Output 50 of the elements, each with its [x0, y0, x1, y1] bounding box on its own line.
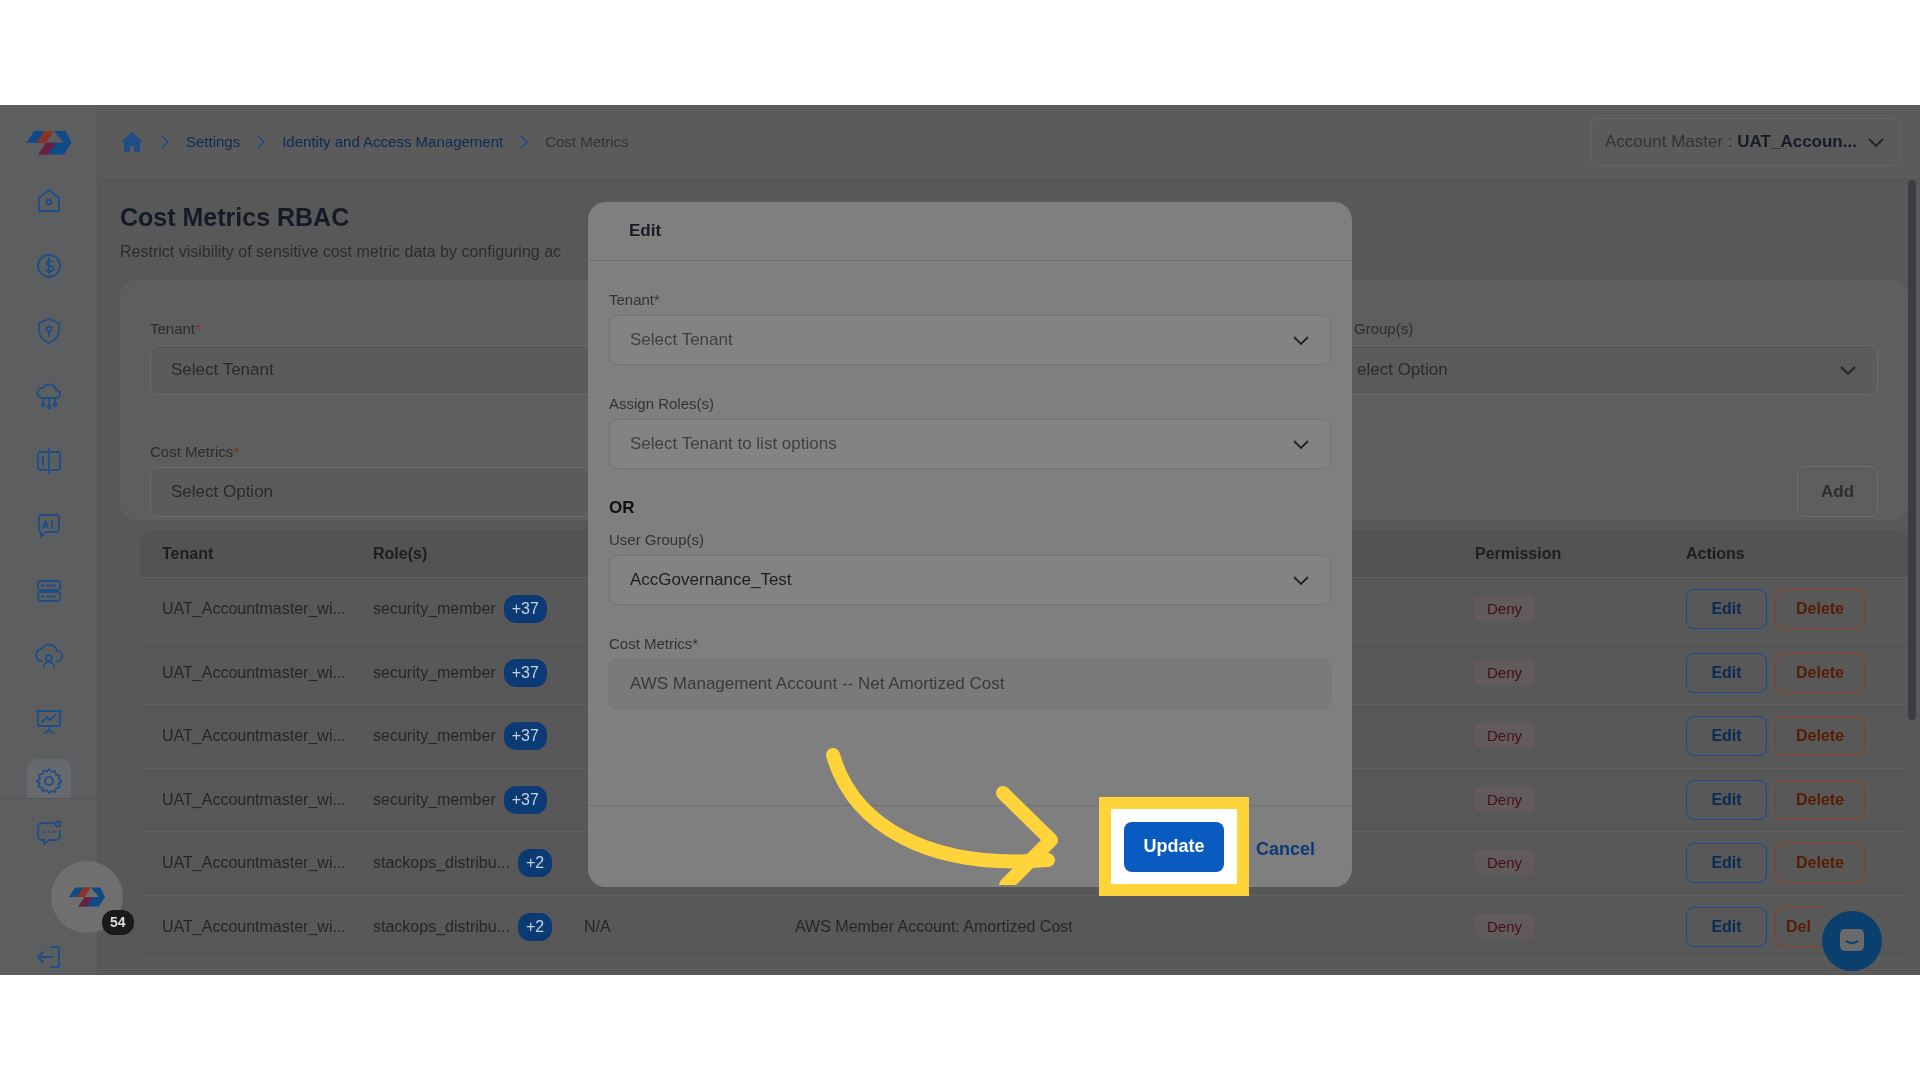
delete-button[interactable]: Delete [1775, 716, 1865, 757]
gear-icon[interactable] [26, 758, 71, 798]
edit-button[interactable]: Edit [1686, 906, 1767, 947]
caret-icon [1292, 573, 1310, 586]
field-label: Tenant* [609, 290, 660, 309]
permission-badge: Deny [1475, 596, 1535, 622]
caret-icon [1292, 334, 1310, 346]
modal-title: Edit [629, 220, 662, 243]
select-field[interactable]: Select Tenant [609, 315, 1331, 365]
cancel-link[interactable]: Cancel [1256, 836, 1316, 863]
count-badge: +37 [503, 722, 547, 751]
update-button[interactable]: Update [1124, 821, 1224, 872]
chevron-icon [160, 135, 170, 149]
input-field: AWS Management Account -- Net Amortized Cost [609, 658, 1331, 709]
breadcrumb-link[interactable]: Settings [186, 130, 241, 154]
edit-button[interactable]: Edit [1686, 652, 1767, 693]
caret-icon [1867, 136, 1885, 148]
delete-button[interactable]: Delete [1775, 779, 1865, 820]
home-icon[interactable] [120, 131, 144, 153]
chevron-icon [519, 135, 530, 149]
breadcrumb-link[interactable]: Identity and Access Management [282, 130, 504, 154]
count-badge: +2 [517, 849, 553, 878]
edit-button[interactable]: Edit [1686, 716, 1767, 757]
caret-icon [1292, 438, 1310, 450]
delete-button[interactable]: Delete [1775, 652, 1865, 693]
field-label: Assign Roles(s) [609, 394, 715, 413]
field-label: Cost Metrics* [609, 633, 699, 653]
delete-button[interactable]: Delete [1775, 843, 1865, 884]
chevron-icon [256, 135, 267, 149]
count-badge: +37 [503, 785, 547, 814]
permission-badge: Deny [1475, 913, 1535, 939]
count-badge: +37 [503, 658, 547, 687]
chat-bubble-icon[interactable] [1822, 911, 1882, 971]
page-title: Cost Metrics RBAC [120, 202, 350, 232]
separator-text: OR [609, 497, 636, 519]
permission-badge: Deny [1475, 723, 1535, 749]
edit-button[interactable]: Edit [1686, 843, 1767, 884]
count-badge: +2 [517, 912, 553, 941]
field-label: User Group(s) [609, 529, 705, 549]
edit-button[interactable]: Edit [1686, 779, 1767, 820]
permission-badge: Deny [1475, 659, 1535, 685]
delete-button[interactable]: Delete [1775, 589, 1865, 630]
caret-icon [1839, 363, 1857, 376]
permission-badge: Deny [1475, 786, 1535, 812]
permission-badge: Deny [1475, 850, 1535, 876]
notification-badge: 54 [102, 910, 134, 935]
edit-button[interactable]: Edit [1686, 589, 1767, 630]
select-field[interactable]: AccGovernance_Test [609, 554, 1331, 605]
select-field[interactable]: Select Tenant to list options [609, 419, 1331, 469]
count-badge: +37 [503, 595, 547, 624]
